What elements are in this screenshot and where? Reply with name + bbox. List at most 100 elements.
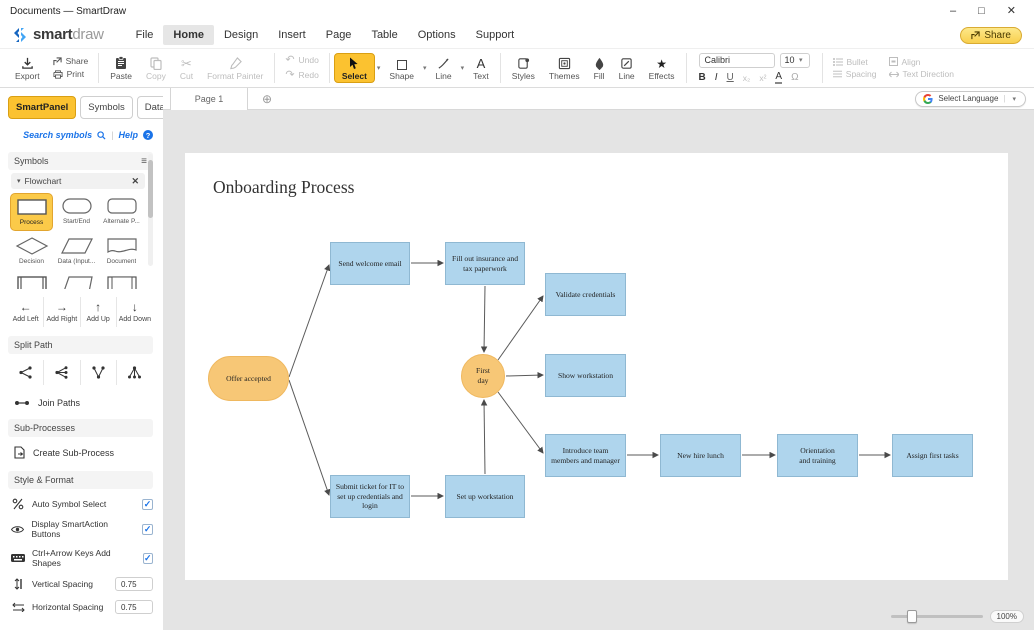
menu-home[interactable]: Home [163, 25, 214, 45]
help-link[interactable]: Help [118, 130, 138, 140]
select-tool-button[interactable]: Select [334, 53, 375, 83]
node-orientation-training[interactable]: Orientation and training [777, 434, 858, 477]
symbol-document[interactable]: Document [100, 233, 143, 269]
add-left-button[interactable]: ← Add Left [8, 297, 44, 327]
node-introduce-team[interactable]: Introduce team members and manager [545, 434, 626, 477]
shape-tool-button[interactable]: Shape [382, 54, 421, 82]
menu-design[interactable]: Design [214, 25, 268, 45]
create-sub-process-button[interactable]: Create Sub-Process [14, 446, 153, 459]
font-size-select[interactable]: 10 ▾ [780, 53, 810, 68]
select-language-widget[interactable]: Select Language | ▾ [915, 91, 1026, 107]
node-set-up-workstation[interactable]: Set up workstation [445, 475, 525, 518]
font-color-button[interactable]: A [775, 72, 782, 84]
search-symbols-link[interactable]: Search symbols [23, 130, 92, 140]
node-fill-insurance[interactable]: Fill out insurance and tax paperwork [445, 242, 525, 285]
page-tab[interactable]: Page 1 [170, 88, 248, 110]
bold-button[interactable]: B [699, 72, 706, 83]
menu-page[interactable]: Page [316, 25, 362, 45]
split-three-down-button[interactable] [117, 360, 153, 385]
node-first-day[interactable]: First day [461, 354, 505, 398]
symbol-partial-3[interactable] [100, 271, 143, 289]
undo-button[interactable]: ↶ Undo [285, 55, 319, 66]
node-offer-accepted[interactable]: Offer accepted [208, 356, 289, 401]
node-assign-first-tasks[interactable]: Assign first tasks [892, 434, 973, 477]
menu-support[interactable]: Support [466, 25, 525, 45]
vertical-spacing-input[interactable]: 0.75 [115, 577, 153, 591]
italic-button[interactable]: I [715, 72, 718, 83]
zoom-slider-handle[interactable] [907, 610, 917, 623]
export-button[interactable]: Export [8, 54, 47, 82]
collapse-icon[interactable]: ▾ [17, 177, 21, 185]
document-page[interactable]: Onboarding Process Offer accepted Send w… [185, 153, 1008, 580]
add-page-icon[interactable]: ⊕ [262, 93, 272, 105]
line-caret-icon[interactable]: ▾ [459, 64, 467, 72]
join-paths-button[interactable]: Join Paths [14, 398, 153, 408]
split-two-right-button[interactable] [8, 360, 44, 385]
cut-button[interactable]: ✂ Cut [173, 54, 200, 82]
help-icon[interactable]: ? [143, 130, 153, 140]
symbol-decision[interactable]: Decision [10, 233, 53, 269]
tab-smartpanel[interactable]: SmartPanel [8, 96, 76, 119]
effects-button[interactable]: ★ Effects [642, 54, 682, 82]
search-icon[interactable] [97, 131, 106, 140]
diagram-title[interactable]: Onboarding Process [213, 177, 354, 198]
smartaction-checkbox[interactable]: ✓ [142, 524, 153, 535]
bullet-button[interactable]: Bullet [833, 58, 877, 67]
line-format-button[interactable]: Line [612, 54, 642, 82]
minimize-icon[interactable]: – [950, 6, 956, 17]
symbol-process[interactable]: Process [10, 193, 53, 231]
symbol-startend[interactable]: Start/End [55, 193, 98, 231]
node-new-hire-lunch[interactable]: New hire lunch [660, 434, 741, 477]
node-validate-credentials[interactable]: Validate credentials [545, 273, 626, 316]
split-three-right-button[interactable] [44, 360, 80, 385]
flowchart-group-header[interactable]: ▾ Flowchart ✕ [11, 173, 145, 189]
split-two-down-button[interactable] [81, 360, 117, 385]
fill-button[interactable]: Fill [587, 54, 612, 82]
symbols-menu-icon[interactable]: ≡ [141, 156, 147, 167]
symbols-scrollbar[interactable] [148, 154, 153, 266]
node-send-welcome-email[interactable]: Send welcome email [330, 242, 410, 285]
menu-insert[interactable]: Insert [268, 25, 316, 45]
print-button[interactable]: Print [53, 70, 89, 79]
add-right-button[interactable]: → Add Right [44, 297, 80, 327]
node-submit-it-ticket[interactable]: Submit ticket for IT to set up credentia… [330, 475, 410, 518]
symbol-partial-2[interactable] [55, 271, 98, 289]
ctrl-arrow-checkbox[interactable]: ✓ [143, 553, 153, 564]
symbol-partial-1[interactable] [10, 271, 53, 289]
font-name-input[interactable]: Calibri [699, 53, 775, 68]
paste-button[interactable]: Paste [103, 54, 139, 82]
menu-file[interactable]: File [126, 25, 164, 45]
add-up-button[interactable]: ↑ Add Up [81, 297, 117, 327]
close-icon[interactable]: ✕ [1007, 6, 1016, 17]
shape-caret-icon[interactable]: ▾ [421, 64, 429, 72]
subscript-button[interactable]: x₂ [743, 73, 751, 83]
zoom-slider[interactable] [891, 615, 983, 618]
themes-button[interactable]: Themes [542, 54, 587, 82]
align-button[interactable]: Align [889, 57, 955, 66]
format-painter-button[interactable]: Format Painter [200, 54, 270, 82]
spacing-button[interactable]: Spacing [833, 70, 877, 79]
symbol-button[interactable]: Ω [791, 72, 798, 83]
menu-table[interactable]: Table [361, 25, 407, 45]
maximize-icon[interactable]: □ [978, 6, 985, 17]
superscript-button[interactable]: x² [759, 73, 766, 83]
share-small-button[interactable]: Share [53, 57, 89, 66]
share-button[interactable]: Share [960, 27, 1022, 44]
text-tool-button[interactable]: A Text [466, 54, 496, 82]
copy-button[interactable]: Copy [139, 54, 173, 82]
node-show-workstation[interactable]: Show workstation [545, 354, 626, 397]
symbol-data-input[interactable]: Data (Input... [55, 233, 98, 269]
redo-button[interactable]: ↷ Redo [285, 70, 319, 81]
add-down-button[interactable]: ↓ Add Down [117, 297, 153, 327]
horizontal-spacing-input[interactable]: 0.75 [115, 600, 153, 614]
line-tool-button[interactable]: Line [429, 54, 459, 82]
text-direction-button[interactable]: Text Direction [889, 70, 955, 79]
auto-symbol-checkbox[interactable]: ✓ [142, 499, 153, 510]
symbol-alternate-process[interactable]: Alternate P... [100, 193, 143, 231]
select-caret-icon[interactable]: ▾ [375, 64, 383, 72]
tab-symbols[interactable]: Symbols [80, 96, 132, 119]
underline-button[interactable]: U [727, 72, 734, 83]
menu-options[interactable]: Options [408, 25, 466, 45]
styles-button[interactable]: Styles [505, 54, 542, 82]
flowchart-close-icon[interactable]: ✕ [131, 176, 139, 187]
